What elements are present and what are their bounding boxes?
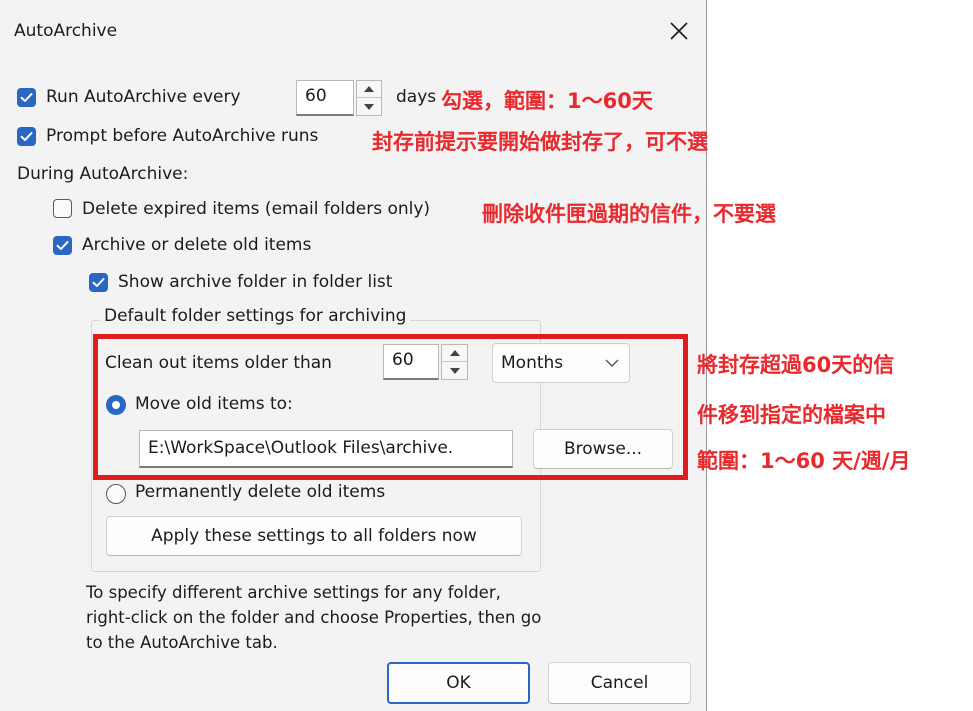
run-days-input[interactable]: 60: [296, 80, 354, 116]
archive-old-label: Archive or delete old items: [82, 235, 312, 255]
annotation-expired: 刪除收件匣過期的信件，不要選: [482, 202, 776, 226]
help-text-line: to the AutoArchive tab.: [86, 633, 278, 652]
ok-button[interactable]: OK: [387, 662, 530, 704]
checkmark-icon: [20, 93, 33, 102]
annotation-box-line2: 件移到指定的檔案中: [697, 403, 886, 427]
default-settings-legend: Default folder settings for archiving: [100, 306, 411, 326]
prompt-checkbox[interactable]: [17, 127, 36, 146]
help-text-line: right-click on the folder and choose Pro…: [86, 608, 542, 627]
help-text: To specify different archive settings fo…: [86, 580, 541, 655]
delete-expired-label: Delete expired items (email folders only…: [82, 199, 431, 219]
run-days-unit: days: [396, 87, 437, 107]
cancel-button[interactable]: Cancel: [548, 662, 691, 704]
checkmark-icon: [56, 241, 69, 250]
annotation-box-line3: 範圍：1～60 天/週/月: [697, 449, 911, 473]
show-folder-label: Show archive folder in folder list: [118, 272, 393, 292]
highlight-box: [93, 334, 688, 480]
help-text-line: To specify different archive settings fo…: [86, 583, 501, 602]
dialog-title: AutoArchive: [14, 21, 118, 41]
permanently-delete-label: Permanently delete old items: [135, 482, 386, 502]
show-folder-checkbox[interactable]: [89, 273, 108, 292]
spin-down-icon[interactable]: [357, 98, 381, 115]
checkmark-icon: [20, 132, 33, 141]
close-icon[interactable]: [666, 18, 692, 44]
run-autoarchive-label: Run AutoArchive every: [46, 87, 241, 107]
run-autoarchive-checkbox[interactable]: [17, 88, 36, 107]
during-autoarchive-label: During AutoArchive:: [17, 164, 189, 184]
annotation-run: 勾選，範圍：1～60天: [441, 89, 653, 113]
checkmark-icon: [92, 278, 105, 287]
spin-up-icon[interactable]: [357, 81, 381, 98]
annotation-prompt: 封存前提示要開始做封存了，可不選: [372, 130, 708, 154]
permanently-delete-radio[interactable]: [106, 484, 126, 504]
apply-all-folders-button[interactable]: Apply these settings to all folders now: [106, 516, 522, 556]
annotation-box-line1: 將封存超過60天的信: [697, 353, 895, 377]
prompt-label: Prompt before AutoArchive runs: [46, 126, 319, 146]
archive-old-checkbox[interactable]: [53, 236, 72, 255]
delete-expired-checkbox[interactable]: [53, 199, 72, 218]
run-days-spinner[interactable]: [356, 80, 382, 116]
